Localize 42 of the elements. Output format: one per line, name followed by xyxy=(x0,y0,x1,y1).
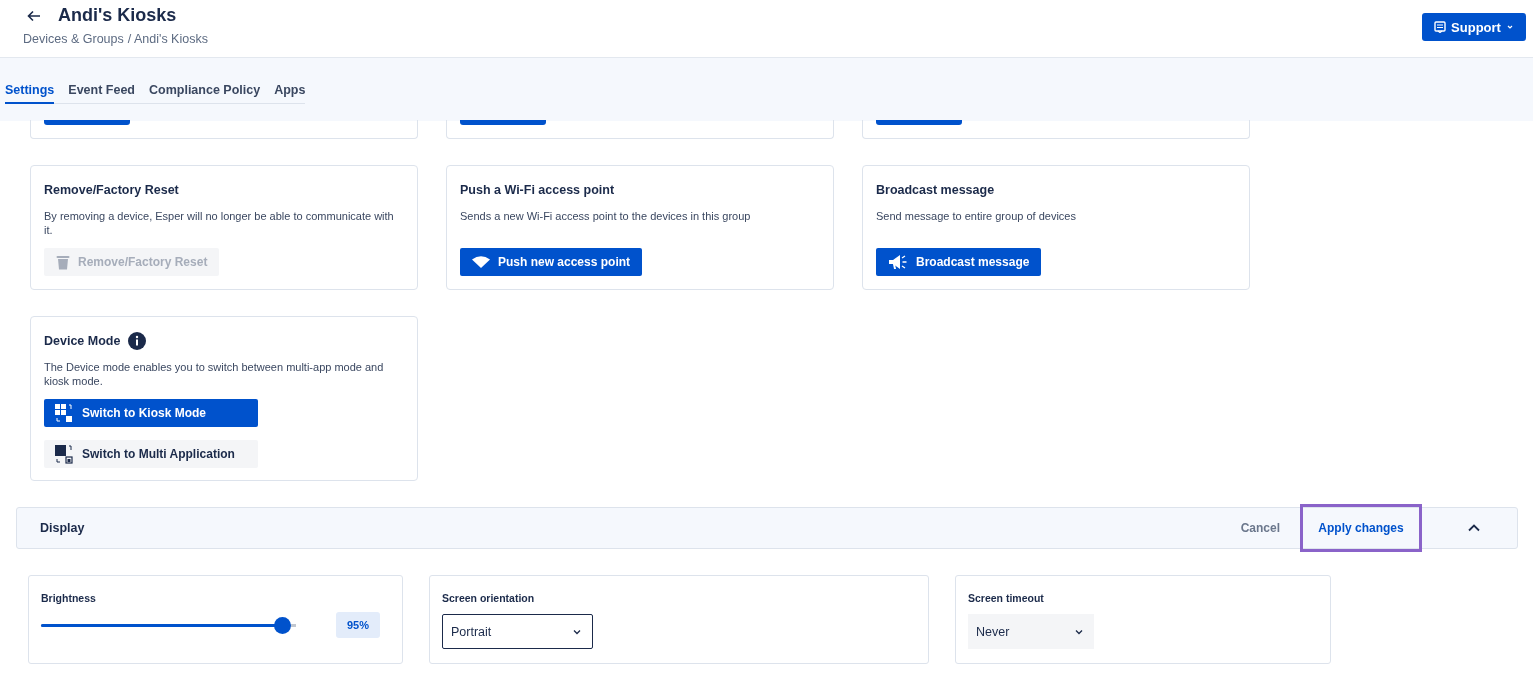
card-description: Sends a new Wi-Fi access point to the devices in this group xyxy=(460,209,752,224)
section-title: Display xyxy=(40,521,85,535)
setting-label: Screen timeout xyxy=(968,592,1045,604)
squares-icon xyxy=(54,444,74,464)
cancel-button[interactable]: Cancel xyxy=(1234,520,1286,536)
apply-button[interactable]: Apply changes xyxy=(1300,504,1422,552)
chevron-icon[interactable] xyxy=(1467,523,1481,533)
page-title: Andi's Kiosks xyxy=(58,5,177,26)
info-icon[interactable] xyxy=(128,332,147,350)
card-title: Broadcast message xyxy=(876,183,995,197)
action-button[interactable]: Switch to Multi Application xyxy=(44,440,258,468)
slider-value: 95% xyxy=(336,612,381,638)
back-arrow-icon[interactable] xyxy=(27,9,41,22)
tab[interactable]: Settings xyxy=(5,83,55,104)
megaphone-icon xyxy=(888,254,908,270)
card-title: Remove/Factory Reset xyxy=(44,183,179,197)
chevron-down-icon xyxy=(1074,628,1084,635)
caret-icon xyxy=(1505,24,1514,30)
tab[interactable]: Apps xyxy=(274,83,306,103)
wifi-icon xyxy=(472,256,490,268)
action-button[interactable]: Broadcast message xyxy=(876,248,1042,276)
setting-label: Screen orientation xyxy=(442,592,536,604)
dropdown[interactable]: Portrait xyxy=(442,614,593,649)
support-button[interactable]: Support xyxy=(1422,13,1526,41)
action-button[interactable]: Switch to Kiosk Mode xyxy=(44,399,258,427)
action-button[interactable]: Push new access point xyxy=(460,248,643,276)
dropdown[interactable]: Never xyxy=(968,614,1094,649)
document-icon xyxy=(1434,21,1447,33)
breadcrumb-link[interactable]: Devices & Groups xyxy=(23,32,124,46)
slider-thumb[interactable] xyxy=(274,616,292,634)
trash-icon xyxy=(56,254,70,270)
card-description: By removing a device, Esper will no longer be able to communicate with it. xyxy=(44,209,395,237)
card-title: Push a Wi-Fi access point xyxy=(460,183,615,197)
card-title: Device Mode xyxy=(44,334,121,348)
card-description: The Device mode enables you to switch between multi-app mode and kiosk mode. xyxy=(44,360,385,388)
breadcrumb-link[interactable]: / Andi's Kiosks xyxy=(127,32,208,46)
card-description: Send message to entire group of devices xyxy=(876,209,1077,224)
tab[interactable]: Compliance Policy xyxy=(149,83,261,103)
chevron-down-icon xyxy=(572,628,582,635)
setting-label: Brightness xyxy=(41,592,97,604)
tab[interactable]: Event Feed xyxy=(68,83,135,103)
grid-squares-icon xyxy=(54,403,74,423)
